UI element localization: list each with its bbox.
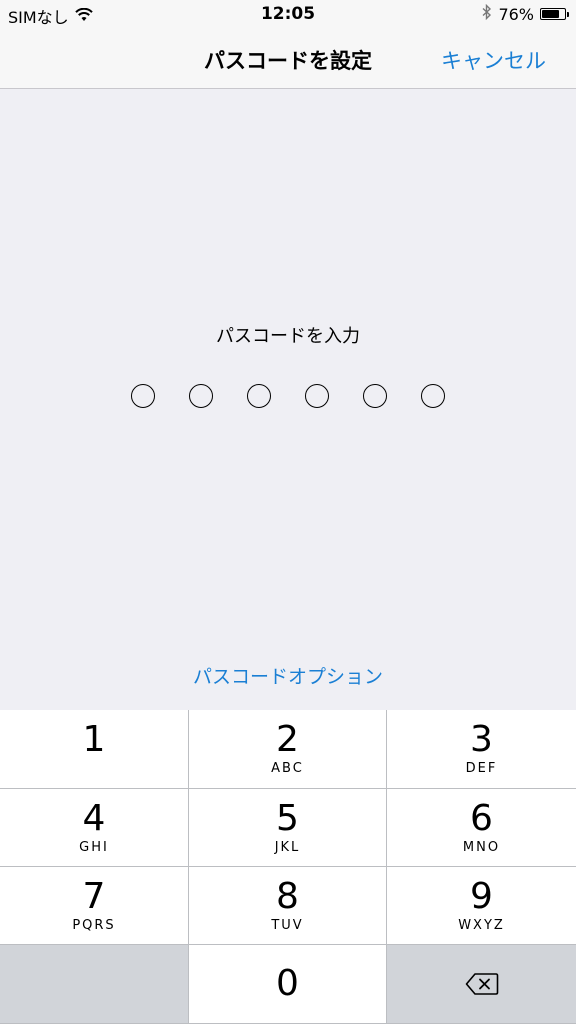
passcode-dot (305, 384, 329, 408)
delete-button[interactable] (387, 945, 576, 1023)
key-digit: 1 (82, 719, 106, 760)
passcode-dot (189, 384, 213, 408)
key-0[interactable]: 0 (189, 945, 386, 1023)
key-digit: 3 (470, 719, 493, 760)
key-digit: 4 (82, 797, 106, 839)
key-digit: 7 (82, 875, 106, 917)
passcode-dot (131, 384, 155, 408)
passcode-dot (421, 384, 445, 408)
key-digit: 0 (276, 963, 299, 1004)
key-digit: 6 (470, 797, 493, 839)
key-2[interactable]: 2 ABC (189, 710, 386, 788)
key-digit: 9 (470, 875, 493, 917)
cancel-button[interactable]: キャンセル (441, 45, 546, 75)
passcode-dot (247, 384, 271, 408)
key-blank (0, 945, 188, 1023)
delete-backspace-icon (465, 972, 499, 996)
key-8[interactable]: 8 TUV (189, 867, 386, 944)
key-letters: MNO (462, 839, 501, 855)
key-letters: ABC (271, 761, 304, 776)
numeric-keypad: 1 2 ABC 3 DEF 4 GHI 5 JKL 6 MNO 7 PQRS 8 (0, 710, 576, 1024)
key-letters: TUV (271, 917, 304, 933)
key-letters: WXYZ (458, 917, 505, 933)
passcode-dots (0, 384, 576, 408)
status-right: 76% (482, 3, 569, 24)
navigation-bar: パスコードを設定 キャンセル (0, 30, 576, 89)
passcode-prompt: パスコードを入力 (216, 326, 360, 347)
screen: SIMなし 12:05 76% パスコードを設定 キャンセル パスコードを入力 … (0, 0, 576, 1024)
bluetooth-icon (482, 3, 492, 24)
key-7[interactable]: 7 PQRS (0, 867, 188, 944)
key-digit: 8 (276, 875, 299, 917)
key-1[interactable]: 1 (0, 710, 188, 788)
passcode-dot (363, 384, 387, 408)
status-bar: SIMなし 12:05 76% (0, 0, 576, 30)
key-letters: PQRS (72, 917, 116, 933)
passcode-options-link[interactable]: パスコードオプション (0, 662, 576, 689)
key-letters: DEF (465, 761, 498, 776)
battery-icon (540, 8, 569, 20)
battery-percent: 76% (498, 4, 534, 24)
key-5[interactable]: 5 JKL (189, 789, 386, 866)
key-digit: 2 (276, 719, 299, 760)
key-9[interactable]: 9 WXYZ (387, 867, 576, 944)
key-letters: JKL (274, 839, 301, 855)
key-4[interactable]: 4 GHI (0, 789, 188, 866)
key-digit: 5 (276, 797, 299, 839)
battery-level-fill (542, 10, 559, 18)
key-3[interactable]: 3 DEF (387, 710, 576, 788)
key-6[interactable]: 6 MNO (387, 789, 576, 866)
key-letters: GHI (79, 839, 109, 855)
